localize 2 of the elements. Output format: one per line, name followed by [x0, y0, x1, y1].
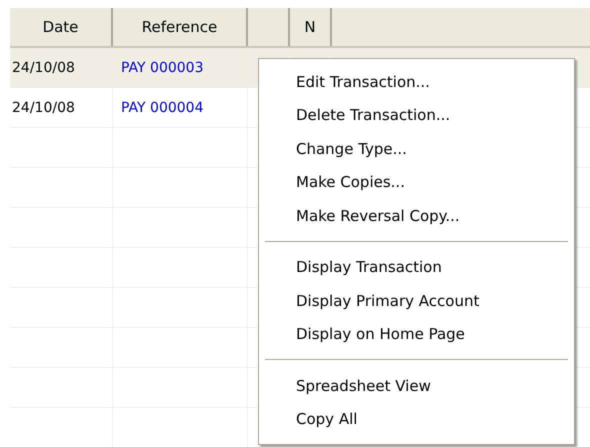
date-cell: 24/10/08 [12, 100, 75, 116]
date-cell: 24/10/08 [12, 60, 75, 76]
